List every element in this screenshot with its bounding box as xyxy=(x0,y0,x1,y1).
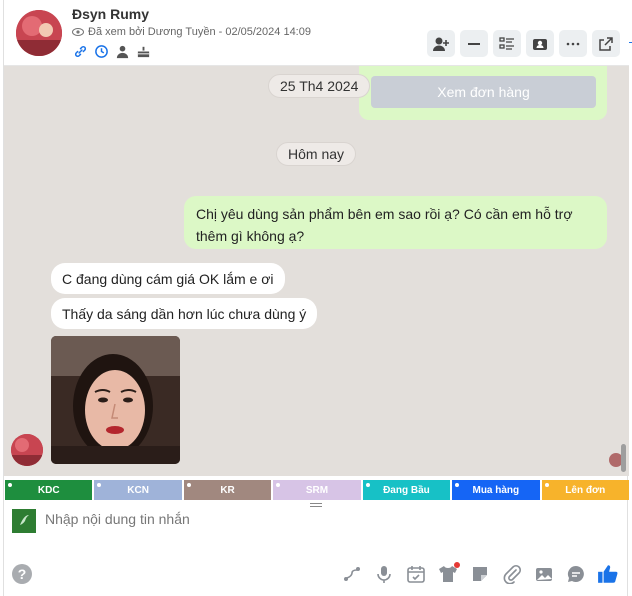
label-tag[interactable]: KDC xyxy=(5,480,93,500)
chat-window: Đsyn Rumy Đã xem bởi Dương Tuyền - 02/05… xyxy=(3,0,629,596)
chat-header: Đsyn Rumy Đã xem bởi Dương Tuyền - 02/05… xyxy=(4,0,629,66)
date-separator-today: Hôm nay xyxy=(276,142,357,166)
minus-icon xyxy=(468,42,480,45)
label-tag[interactable]: KCN xyxy=(94,480,182,500)
scrollbar[interactable] xyxy=(621,444,626,472)
eye-icon xyxy=(72,28,84,36)
tag-dot-icon xyxy=(365,483,370,487)
tag-label: Mua hàng xyxy=(472,484,520,496)
help-icon[interactable]: ? xyxy=(12,564,32,584)
tag-dot-icon xyxy=(8,483,12,487)
paperclip-icon xyxy=(503,564,522,584)
tag-dot-icon xyxy=(455,483,460,487)
list-button[interactable] xyxy=(493,30,521,57)
like-button[interactable] xyxy=(596,562,620,586)
incoming-photo[interactable] xyxy=(51,336,180,464)
label-tag[interactable]: SRM xyxy=(273,480,361,500)
notification-dot xyxy=(454,562,460,568)
checklist-icon xyxy=(499,36,514,50)
calendar-check-icon xyxy=(407,566,425,583)
person-icon[interactable] xyxy=(115,44,130,59)
contact-name: Đsyn Rumy xyxy=(72,6,150,22)
person-add-icon xyxy=(433,37,449,51)
contact-card-button[interactable] xyxy=(526,30,554,57)
image-icon xyxy=(536,568,552,581)
add-member-button[interactable] xyxy=(427,30,455,57)
label-bar: KDC KCN KR SRM Đang Bầu Mua hàng Lên đơn xyxy=(4,480,629,500)
cake-icon[interactable] xyxy=(136,44,151,59)
contact-quick-icons xyxy=(73,44,151,59)
tag-dot-icon xyxy=(186,483,191,487)
link-icon[interactable] xyxy=(73,44,88,59)
tag-dot-icon xyxy=(97,483,102,487)
open-external-button[interactable] xyxy=(592,30,620,57)
order-message: Xem đơn hàng xyxy=(359,66,607,120)
contact-avatar[interactable] xyxy=(16,10,62,56)
message-input[interactable]: Nhập nội dung tin nhắn xyxy=(45,511,190,527)
message-list[interactable]: Xem đơn hàng 25 Th4 2024 Hôm nay Chị yêu… xyxy=(4,66,629,476)
label-tag[interactable]: Đang Bầu xyxy=(362,480,451,500)
chat-bubble-icon xyxy=(567,565,584,582)
tag-dot-icon xyxy=(544,483,549,487)
view-order-button[interactable]: Xem đơn hàng xyxy=(371,76,596,108)
tag-label: Lên đơn xyxy=(565,484,606,496)
tag-label: KR xyxy=(220,484,235,496)
attach-button[interactable] xyxy=(500,562,524,586)
minimize-button[interactable] xyxy=(460,30,488,57)
voice-button[interactable] xyxy=(372,562,396,586)
incoming-message: C đang dùng cám giá OK lắm e ơi xyxy=(51,263,285,294)
inbox-user-icon xyxy=(533,38,547,50)
tag-dot-icon xyxy=(276,483,281,487)
route-button[interactable] xyxy=(340,562,364,586)
label-tag[interactable]: Mua hàng xyxy=(452,480,540,500)
product-button[interactable] xyxy=(436,562,460,586)
tag-label: SRM xyxy=(305,484,329,496)
label-tag[interactable]: KR xyxy=(183,480,272,500)
outgoing-message: Chị yêu dùng sản phẩm bên em sao rồi ạ? … xyxy=(184,196,607,249)
sender-avatar[interactable] xyxy=(11,434,43,466)
page-logo xyxy=(12,509,36,533)
header-actions xyxy=(427,30,620,57)
tag-label: KCN xyxy=(127,484,149,496)
label-tag[interactable]: Lên đơn xyxy=(541,480,629,500)
incoming-message: Thấy da sáng dần hơn lúc chưa dùng ý xyxy=(51,298,318,329)
composer-toolbar xyxy=(340,562,620,586)
thumbs-up-icon xyxy=(598,565,618,583)
external-link-icon xyxy=(599,36,613,51)
seen-status: Đã xem bởi Dương Tuyền - 02/05/2024 14:0… xyxy=(72,26,311,38)
image-button[interactable] xyxy=(532,562,556,586)
resize-handle[interactable] xyxy=(310,503,322,507)
microphone-icon xyxy=(377,566,391,583)
schedule-button[interactable] xyxy=(404,562,428,586)
history-icon[interactable] xyxy=(94,44,109,59)
tag-label: KDC xyxy=(37,484,60,496)
quick-reply-button[interactable] xyxy=(564,562,588,586)
sticker-icon xyxy=(473,567,487,581)
more-icon xyxy=(566,42,580,45)
seen-text: Đã xem bởi Dương Tuyền - 02/05/2024 14:0… xyxy=(88,26,311,38)
route-icon xyxy=(344,567,360,581)
tag-label: Đang Bầu xyxy=(383,484,430,496)
more-button[interactable] xyxy=(559,30,587,57)
date-separator: 25 Th4 2024 xyxy=(268,74,371,98)
sticker-button[interactable] xyxy=(468,562,492,586)
